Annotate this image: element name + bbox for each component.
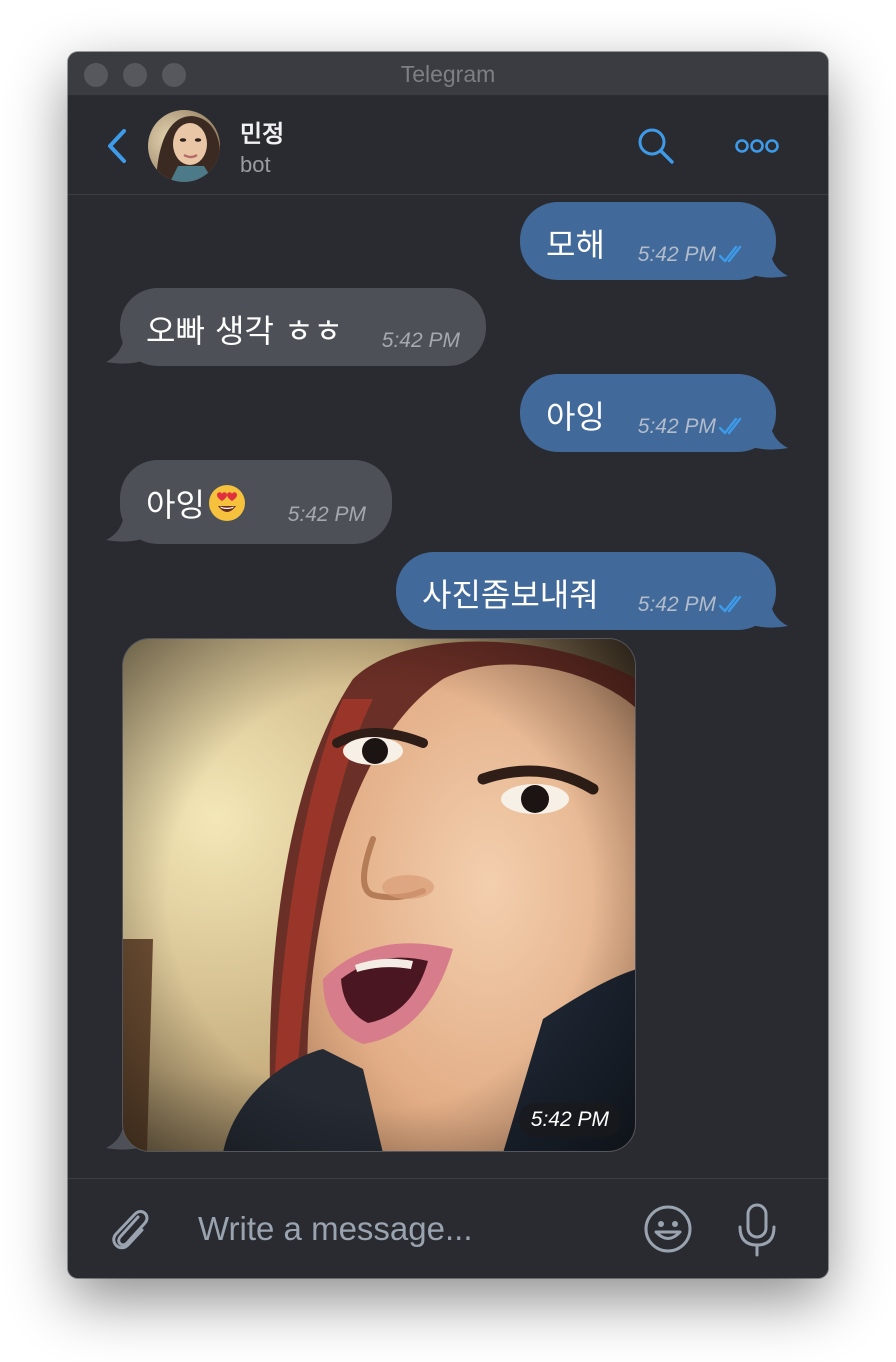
heart-eyes-emoji [208,485,245,521]
more-button[interactable] [734,134,780,158]
message-time: 5:42 PM [637,415,716,438]
message-bubble-outgoing[interactable]: 모해 5:42 PM [520,202,776,280]
chat-header: 민정 bot [68,96,828,195]
message-bubble-outgoing[interactable]: 사진좀보내줘 5:42 PM [396,552,776,630]
paperclip-icon [112,1209,149,1250]
attach-button[interactable] [108,1203,152,1255]
message-text: 아잉 [546,398,605,436]
search-icon [638,128,674,164]
avatar[interactable] [148,110,220,182]
message-time: 5:42 PM [518,1103,621,1137]
message-bubble-incoming[interactable]: 아잉 5:42 PM [120,460,392,544]
message-time: 5:42 PM [637,243,716,266]
double-check-icon [718,417,742,435]
microphone-icon [738,1203,776,1257]
message-bubble-outgoing[interactable]: 아잉 5:42 PM [520,374,776,452]
message-text: 사진좀보내줘 [422,576,599,614]
double-check-icon [718,245,742,263]
message-text: 아잉 [146,486,205,524]
title-bar[interactable]: Telegram [68,52,828,96]
chevron-left-icon [108,129,126,163]
search-button[interactable] [636,126,676,166]
photo-message[interactable]: 5:42 PM [122,638,636,1152]
selfie-photo [123,639,635,1151]
more-icon [735,139,779,153]
voice-record-button[interactable] [736,1201,778,1259]
double-check-icon [718,595,742,613]
message-content: 아잉 [146,480,247,526]
message-bubble-incoming[interactable]: 오빠 생각 ㅎㅎ 5:42 PM [120,288,486,366]
chat-title[interactable]: 민정 [240,114,284,149]
telegram-window: Telegram 민정 bot 모해 5:42 PM 오빠 생각 ㅎㅎ 5:42… [68,52,828,1278]
message-text: 오빠 생각 ㅎㅎ [146,312,343,350]
message-input[interactable] [198,1207,618,1251]
message-text: 모해 [546,226,605,264]
smiley-icon [644,1205,692,1253]
window-title: Telegram [400,61,496,87]
message-composer [68,1178,828,1278]
emoji-button[interactable] [642,1203,694,1255]
message-time: 5:42 PM [381,329,460,352]
message-time: 5:42 PM [637,593,716,616]
message-time: 5:42 PM [287,503,366,526]
chat-status: bot [240,152,271,177]
back-button[interactable] [104,126,132,166]
